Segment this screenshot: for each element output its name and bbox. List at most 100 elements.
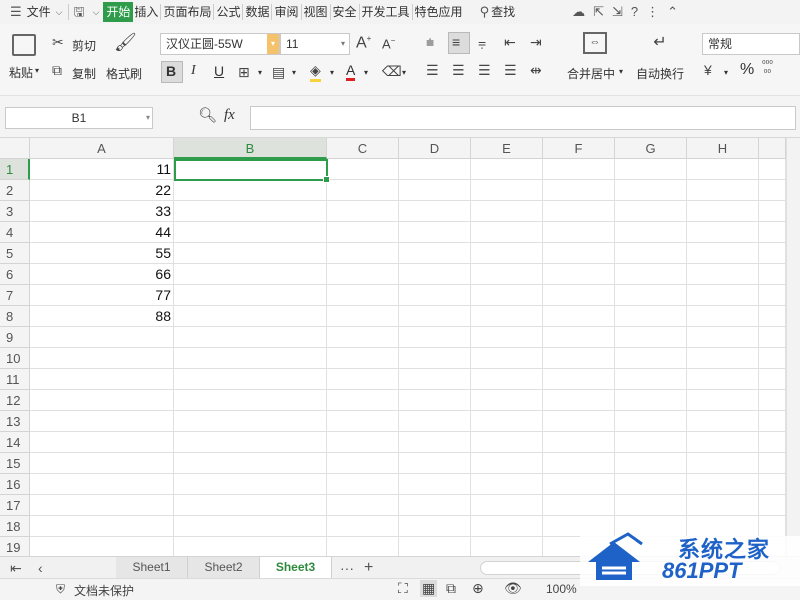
grid-cell[interactable] [615, 348, 687, 369]
row-header[interactable]: 6 [0, 264, 30, 285]
grid-cell[interactable] [687, 327, 759, 348]
grid-cell[interactable] [615, 390, 687, 411]
grid-cell[interactable] [759, 348, 786, 369]
distributed-icon[interactable]: ⇹ [530, 62, 542, 79]
grid-cell[interactable] [543, 411, 615, 432]
row-header[interactable]: 14 [0, 432, 30, 453]
grid-cell[interactable] [543, 264, 615, 285]
sheet-tab-3[interactable]: Sheet3 [260, 557, 332, 578]
grid-cell[interactable] [615, 495, 687, 516]
grid-cell[interactable] [327, 432, 399, 453]
grid-cell[interactable] [327, 306, 399, 327]
collapse-ribbon-icon[interactable]: ⌃ [663, 2, 682, 22]
grid-cell[interactable] [687, 306, 759, 327]
align-middle-icon[interactable]: ≡ [452, 34, 460, 50]
grid-cell[interactable] [759, 285, 786, 306]
clear-dropdown-icon[interactable]: ▾ [402, 68, 406, 77]
grid-cell[interactable] [543, 222, 615, 243]
borders-icon[interactable]: ⊞ [238, 64, 250, 81]
underline-button[interactable]: U [214, 63, 224, 79]
grid-cell[interactable] [687, 201, 759, 222]
grid-cell[interactable] [615, 369, 687, 390]
align-bottom-icon[interactable]: ⩦ [478, 34, 486, 51]
grid-cell[interactable] [543, 369, 615, 390]
grid-cell[interactable] [471, 264, 543, 285]
row-header[interactable]: 17 [0, 495, 30, 516]
grid-cell[interactable] [615, 264, 687, 285]
grid-cell[interactable] [759, 327, 786, 348]
fx-button[interactable]: fx [224, 107, 235, 124]
column-header-c[interactable]: C [327, 138, 399, 159]
column-header-f[interactable]: F [543, 138, 615, 159]
row-header[interactable]: 19 [0, 537, 30, 556]
align-top-icon[interactable]: ⩧ [426, 34, 434, 51]
add-sheet-button[interactable]: + [364, 557, 373, 579]
formula-input[interactable] [250, 106, 796, 130]
grid-cell[interactable] [399, 180, 471, 201]
row-header[interactable]: 10 [0, 348, 30, 369]
grid-cell[interactable] [327, 222, 399, 243]
column-header-g[interactable]: G [615, 138, 687, 159]
font-name-select[interactable]: 汉仪正圆-55W ▾ [160, 33, 280, 55]
grid-cell[interactable] [687, 411, 759, 432]
more-icon[interactable]: ⋮ [642, 2, 663, 22]
grid-cell[interactable] [471, 285, 543, 306]
grid-cell[interactable] [759, 474, 786, 495]
save-icon[interactable]: 🖫 [70, 2, 89, 22]
grid-cell[interactable] [174, 180, 327, 201]
font-size-select[interactable]: 11 ▾ [280, 33, 350, 55]
grid-cell[interactable] [327, 180, 399, 201]
grid-cell[interactable] [543, 327, 615, 348]
fill-color-dropdown-icon[interactable]: ▾ [330, 68, 334, 77]
grid-cell[interactable] [543, 201, 615, 222]
grid-cell[interactable] [471, 516, 543, 537]
grid-cell[interactable] [399, 306, 471, 327]
grid-cell[interactable] [327, 243, 399, 264]
grid-cell[interactable] [687, 264, 759, 285]
tab-special[interactable]: 特色应用 [414, 2, 464, 22]
merge-center-button[interactable]: 合并居中 [567, 65, 615, 82]
grid-cell[interactable] [471, 201, 543, 222]
first-sheet-icon[interactable]: ⇤ [10, 557, 22, 579]
grid-cell[interactable] [543, 390, 615, 411]
number-format-select[interactable]: 常规 [702, 33, 800, 55]
indent-decrease-icon[interactable]: ⇤ [504, 34, 516, 51]
grid-cell[interactable] [399, 327, 471, 348]
quick-access-dropdown-icon[interactable]: ⌵ [89, 2, 104, 22]
tab-developer[interactable]: 开发工具 [361, 2, 411, 22]
grid-cell[interactable] [327, 495, 399, 516]
grid-cell[interactable] [471, 369, 543, 390]
grid-cell[interactable] [543, 243, 615, 264]
grid-cell[interactable] [327, 327, 399, 348]
prev-sheet-icon[interactable]: ‹ [38, 557, 43, 579]
grid-cell[interactable] [687, 243, 759, 264]
grid-cell[interactable] [327, 201, 399, 222]
grid-cell[interactable] [615, 306, 687, 327]
grid-cell[interactable] [399, 348, 471, 369]
grid-cell[interactable] [543, 453, 615, 474]
grid-cell[interactable] [759, 411, 786, 432]
grid-cell[interactable] [174, 369, 327, 390]
grid-cell[interactable] [30, 495, 174, 516]
sheet-tab-2[interactable]: Sheet2 [188, 557, 260, 578]
grid-cell[interactable] [615, 327, 687, 348]
grid-cell[interactable] [615, 201, 687, 222]
grid-cell[interactable] [399, 495, 471, 516]
grid-cell[interactable] [174, 495, 327, 516]
grid-cell[interactable] [174, 327, 327, 348]
paste-icon[interactable] [12, 34, 36, 56]
grid-cell[interactable] [174, 285, 327, 306]
active-cell-b1[interactable] [174, 159, 330, 183]
grid-cell[interactable] [30, 453, 174, 474]
copy-icon[interactable]: ⧉ [52, 62, 62, 79]
grid-cell[interactable] [687, 390, 759, 411]
grid-cell[interactable] [615, 474, 687, 495]
merge-dropdown-icon[interactable]: ▾ [619, 67, 623, 76]
grid-cell[interactable] [543, 348, 615, 369]
font-color-icon[interactable]: A [346, 62, 356, 81]
grid-cell[interactable] [174, 243, 327, 264]
grid-cell[interactable] [687, 180, 759, 201]
grid-cell[interactable] [327, 390, 399, 411]
format-painter-icon[interactable]: 🖌 [114, 32, 137, 53]
page-break-view-icon[interactable]: ⧉ [446, 580, 456, 597]
